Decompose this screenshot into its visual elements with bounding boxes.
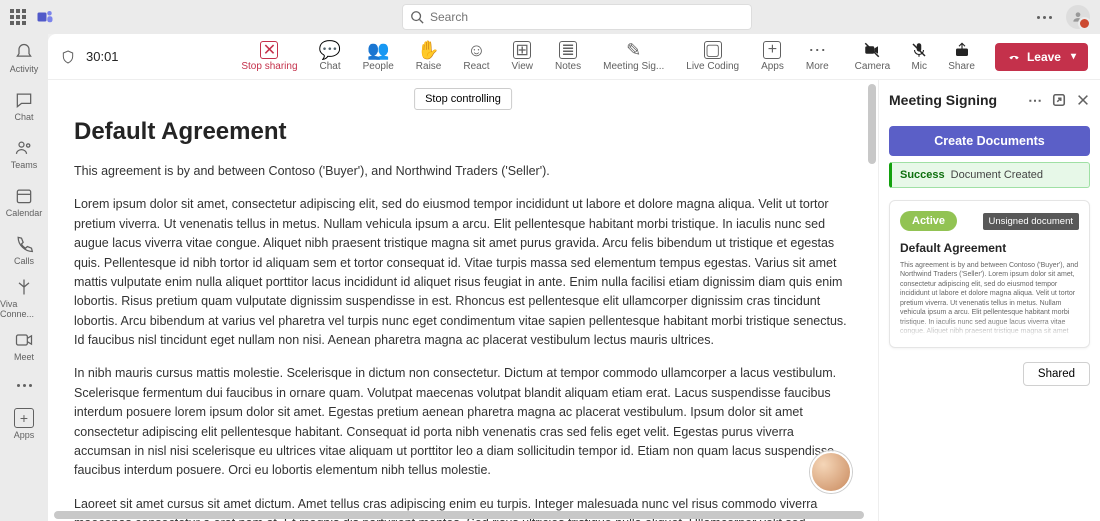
panel-title: Meeting Signing [889,92,997,108]
live-coding-button[interactable]: ▢Live Coding [686,41,739,72]
rail-more[interactable] [0,370,48,400]
rail-chat[interactable]: Chat [0,82,48,130]
rail-calls[interactable]: Calls [0,226,48,274]
success-alert: Success Document Created [889,162,1090,188]
scrollbar-horizontal[interactable] [54,511,864,519]
card-title: Default Agreement [900,241,1079,255]
card-preview-text: This agreement is by and between Contoso… [900,261,1079,337]
waffle-icon[interactable] [10,9,26,25]
chevron-down-icon: ▾ [1071,51,1076,62]
more-menu[interactable] [1037,16,1052,19]
scrollbar-vertical[interactable] [868,84,876,164]
view-button[interactable]: ⊞View [511,41,533,72]
shared-button[interactable]: Shared [1023,362,1090,386]
side-panel: Meeting Signing ⋯ Create Documents Succe… [878,80,1100,521]
shield-icon[interactable] [60,49,76,65]
meeting-timer: 30:01 [86,49,119,64]
status-badge-unsigned: Unsigned document [983,213,1080,230]
raise-hand-button[interactable]: ✋Raise [416,41,442,72]
success-label: Success [900,169,945,181]
document-body[interactable]: Default Agreement This agreement is by a… [48,80,878,521]
search-field[interactable] [430,10,744,24]
more-button[interactable]: ⋯More [806,41,829,72]
share-button[interactable]: Share [948,41,975,72]
main-area: 30:01 ✕Stop sharing 💬Chat 👥People ✋Raise… [48,34,1100,521]
rail-viva[interactable]: Viva Conne... [0,274,48,322]
app-topbar [0,0,1100,34]
rail-apps[interactable]: +Apps [0,400,48,448]
teams-icon [36,8,54,26]
stop-sharing-button[interactable]: ✕Stop sharing [241,41,297,72]
panel-header: Meeting Signing ⋯ [879,80,1100,120]
search-icon [410,10,424,24]
rail-calendar[interactable]: Calendar [0,178,48,226]
leave-button[interactable]: Leave▾ [995,43,1088,71]
app-rail: Activity Chat Teams Calendar Calls Viva … [0,34,48,521]
panel-more-icon[interactable]: ⋯ [1028,92,1042,109]
shared-content-pane: Stop controlling Default Agreement This … [48,80,878,521]
document-paragraph: This agreement is by and between Contoso… [74,162,852,181]
rail-teams[interactable]: Teams [0,130,48,178]
document-paragraph: Lorem ipsum dolor sit amet, consectetur … [74,195,852,350]
camera-button[interactable]: Camera [855,41,891,72]
chat-button[interactable]: 💬Chat [320,41,341,72]
close-icon[interactable] [1076,93,1090,107]
mic-button[interactable]: Mic [910,41,928,72]
status-badge-active: Active [900,211,957,231]
user-avatar[interactable] [1066,5,1090,29]
notes-button[interactable]: ≣Notes [555,41,581,72]
people-button[interactable]: 👥People [363,41,394,72]
create-documents-button[interactable]: Create Documents [889,126,1090,156]
apps-button[interactable]: +Apps [761,41,784,72]
popout-icon[interactable] [1052,93,1066,107]
rail-activity[interactable]: Activity [0,34,48,82]
meeting-toolbar: 30:01 ✕Stop sharing 💬Chat 👥People ✋Raise… [48,34,1100,80]
search-input[interactable] [402,4,752,30]
document-card[interactable]: Active Unsigned document Default Agreeme… [889,200,1090,348]
stop-controlling-button[interactable]: Stop controlling [414,88,512,110]
participant-video[interactable] [810,451,852,493]
react-button[interactable]: ☺React [463,41,489,72]
rail-meet[interactable]: Meet [0,322,48,370]
success-message: Document Created [951,169,1043,181]
meeting-signing-button[interactable]: ✎Meeting Sig... [603,41,664,72]
document-title: Default Agreement [74,118,852,146]
document-paragraph: In nibh mauris cursus mattis molestie. S… [74,364,852,480]
